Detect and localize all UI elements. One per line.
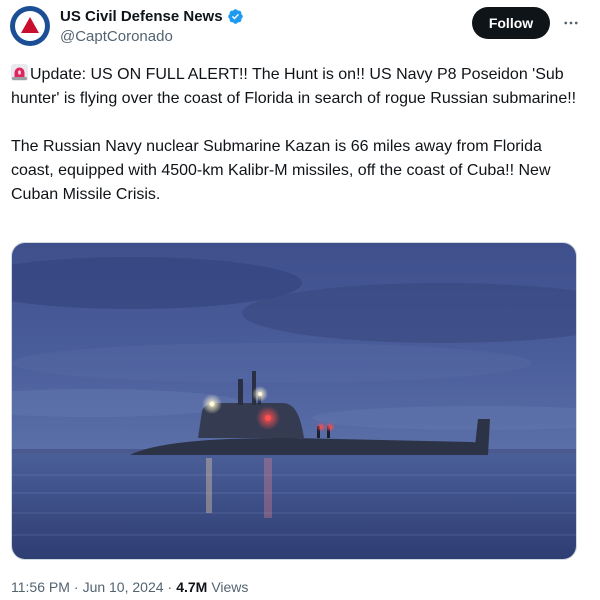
tweet-text: Update: US ON FULL ALERT!! The Hunt is o… <box>11 63 586 207</box>
tweet-card: US Civil Defense News @CaptCoronado Foll… <box>0 0 600 600</box>
submarine-photo <box>12 243 576 559</box>
avatar[interactable] <box>10 6 50 46</box>
tweet-paragraph-1: Update: US ON FULL ALERT!! The Hunt is o… <box>11 63 586 111</box>
views-count: 4.7M <box>176 579 208 595</box>
civil-defense-logo-icon <box>15 11 45 41</box>
author-info: US Civil Defense News @CaptCoronado <box>60 8 244 45</box>
tweet-meta: 11:56 PM · Jun 10, 2024 · 4.7M Views <box>11 579 248 595</box>
display-name[interactable]: US Civil Defense News <box>60 8 223 25</box>
views-label: Views <box>211 579 249 595</box>
meta-separator: · <box>73 579 79 595</box>
tweet-media[interactable] <box>11 242 577 560</box>
tweet-time[interactable]: 11:56 PM <box>11 579 70 595</box>
handle[interactable]: @CaptCoronado <box>60 28 244 45</box>
tweet-paragraph-2: The Russian Navy nuclear Submarine Kazan… <box>11 138 551 203</box>
verified-badge-icon[interactable] <box>227 8 244 25</box>
tweet-date[interactable]: Jun 10, 2024 <box>83 579 164 595</box>
more-horizontal-icon[interactable] <box>558 10 584 36</box>
display-name-row: US Civil Defense News <box>60 8 244 25</box>
follow-button[interactable]: Follow <box>472 7 550 39</box>
tweet-paragraph-1-text: Update: US ON FULL ALERT!! The Hunt is o… <box>11 66 577 107</box>
rotating-light-icon <box>11 64 28 81</box>
meta-separator: · <box>167 579 173 595</box>
